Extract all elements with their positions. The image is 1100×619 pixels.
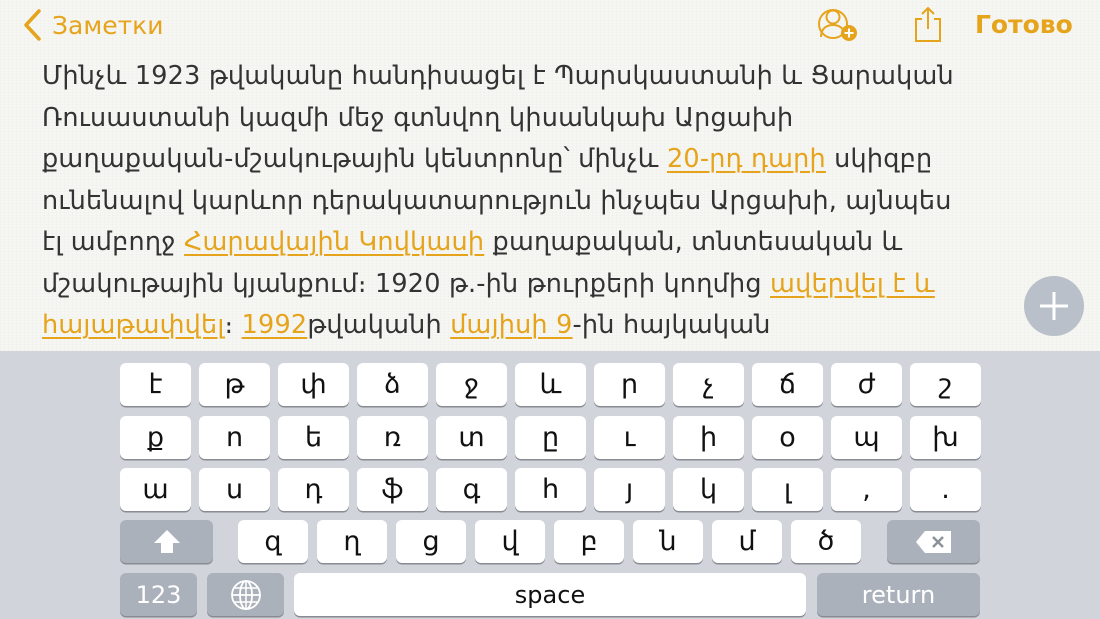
note-text-segment: ունենալով կարևոր դերակատարություն ինչպես… [42,185,952,216]
note-text-segment: քաղաքական-մշակութային կենտրոնը՝ մինչև [42,144,667,174]
key-row1-1[interactable]: թ [199,363,270,406]
share-icon[interactable] [913,6,943,44]
key-row2-5[interactable]: ը [515,416,586,459]
key-row1-4[interactable]: ջ [436,363,507,406]
key-row4-3[interactable]: վ [475,520,545,563]
note-line: ունենալով կարևոր դերակատարություն ինչպես… [42,181,1042,223]
note-text-segment: Մինչև 1923 թվականը հանդիսացել է Պարսկաստ… [42,61,954,91]
note-text-segment: -ին հայկական [572,310,771,340]
shift-icon [153,529,180,553]
key-row3-1[interactable]: ս [199,468,270,511]
delete-key[interactable] [887,520,980,563]
key-row2-10[interactable]: խ [910,416,981,459]
globe-icon [230,579,261,610]
note-line: Ռուսաստանի կազմի մեջ գտնվող կիսանկախ Արց… [42,98,1042,140]
key-row1-3[interactable]: ձ [357,363,428,406]
add-person-icon[interactable] [816,7,858,43]
note-line: մշակութային կյանքում։ 1920 թ.-ին թուրքեր… [42,264,1042,306]
key-row1-6[interactable]: ր [594,363,665,406]
note-text-segment: մշակութային կյանքում։ 1920 թ.-ին թուրքեր… [42,268,771,299]
shift-key[interactable] [120,520,213,563]
key-row3-7[interactable]: կ [673,468,744,511]
note-line: քաղաքական-մշակութային կենտրոնը՝ մինչև 20… [42,139,1042,181]
key-row2-1[interactable]: ո [199,416,270,459]
note-link[interactable]: մայիսի 9 [450,310,572,340]
note-body[interactable]: Մինչև 1923 թվականը հանդիսացել է Պարսկաստ… [42,56,1042,347]
key-row3-3[interactable]: ֆ [357,468,428,511]
key-row4-1[interactable]: ղ [317,520,387,563]
note-area[interactable]: Заметки Готово Մինչև 1923 թվականը հանդիս… [0,0,1100,351]
note-link[interactable]: 20-րդ դարի [667,144,826,174]
space-key[interactable]: space [294,573,806,616]
key-row1-9[interactable]: ժ [831,363,902,406]
keyboard: 123 space return էթփձջևրչճժշ քոեռտըւիօպխ ա… [0,351,1100,619]
key-row2-6[interactable]: ւ [594,416,665,459]
key-row3-4[interactable]: գ [436,468,507,511]
note-link[interactable]: հայաթափվել [42,310,225,340]
numbers-key[interactable]: 123 [120,573,197,616]
key-row1-5[interactable]: և [515,363,586,406]
add-button[interactable] [1024,276,1084,336]
key-row3-2[interactable]: դ [278,468,349,511]
key-row1-10[interactable]: շ [910,363,981,406]
key-row1-7[interactable]: չ [673,363,744,406]
globe-key[interactable] [207,573,284,616]
note-text-segment: էլ ամբողջ [42,227,185,257]
delete-icon [915,530,951,553]
key-row2-7[interactable]: ի [673,416,744,459]
key-row3-9[interactable]: , [831,468,902,511]
note-text-segment: ։ [224,310,242,340]
key-row3-0[interactable]: ա [120,468,191,511]
key-row4-6[interactable]: մ [712,520,782,563]
key-row1-0[interactable]: է [120,363,191,406]
key-row3-8[interactable]: լ [752,468,823,511]
back-button[interactable]: Заметки [22,6,164,44]
navigation-bar: Заметки Готово [0,0,1100,52]
plus-icon [1040,292,1068,320]
note-link[interactable]: ավերվել է և [770,269,935,299]
key-row2-8[interactable]: օ [752,416,823,459]
chevron-left-icon [22,8,42,42]
done-button[interactable]: Готово [975,8,1073,42]
key-row4-4[interactable]: բ [554,520,624,563]
key-row4-2[interactable]: ց [396,520,466,563]
note-text-segment: Ռուսաստանի կազմի մեջ գտնվող կիսանկախ Արց… [42,102,794,133]
key-row1-8[interactable]: ճ [752,363,823,406]
key-row3-5[interactable]: հ [515,468,586,511]
key-row2-3[interactable]: ռ [357,416,428,459]
back-button-label: Заметки [52,10,164,40]
key-row4-7[interactable]: ծ [791,520,861,563]
note-line: հայաթափվել։ 1992թվականի մայիսի 9-ին հայկ… [42,305,1042,347]
key-row4-5[interactable]: ն [633,520,703,563]
note-text-segment: քաղաքական, տնտեսական և [484,227,903,257]
key-row2-9[interactable]: պ [831,416,902,459]
note-line: Մինչև 1923 թվականը հանդիսացել է Պարսկաստ… [42,56,1042,98]
key-row2-4[interactable]: տ [436,416,507,459]
note-text-segment: սկիզբը [825,144,933,174]
note-link[interactable]: 1992 [242,310,308,340]
key-row3-10[interactable]: . [910,468,981,511]
return-key[interactable]: return [817,573,980,616]
key-row1-2[interactable]: փ [278,363,349,406]
key-row4-0[interactable]: զ [238,520,308,563]
note-text-segment: թվականի [307,310,451,340]
key-row3-6[interactable]: յ [594,468,665,511]
note-link[interactable]: Հարավային Կովկասի [184,227,484,257]
key-row2-0[interactable]: ք [120,416,191,459]
note-line: էլ ամբողջ Հարավային Կովկասի քաղաքական, տ… [42,222,1042,264]
key-row2-2[interactable]: ե [278,416,349,459]
